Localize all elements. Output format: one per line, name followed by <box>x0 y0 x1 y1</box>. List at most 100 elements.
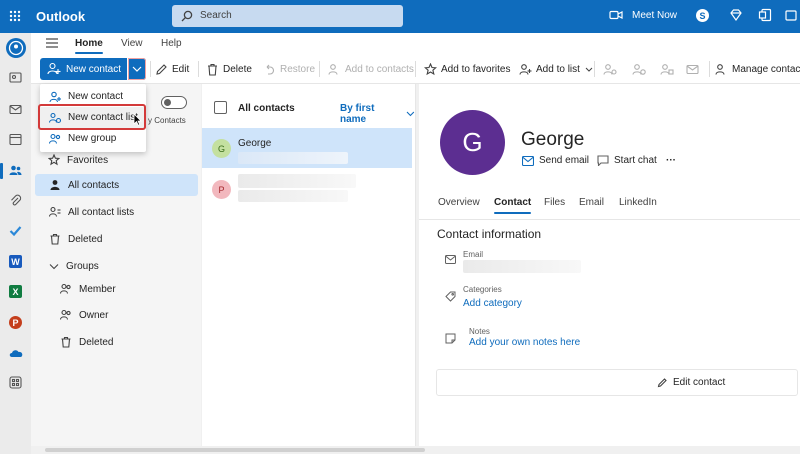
scrollbar-thumb[interactable] <box>45 448 425 452</box>
mouse-cursor-icon <box>133 113 142 126</box>
nav-group-deleted-label: Deleted <box>79 336 114 348</box>
add-notes-link[interactable]: Add your own notes here <box>469 337 580 348</box>
menu-item-new-group[interactable]: New group <box>40 128 146 149</box>
add-to-favorites-button[interactable]: Add to favorites <box>424 58 510 80</box>
nav-groups-header[interactable]: Groups <box>49 255 99 277</box>
word-icon[interactable] <box>758 8 772 24</box>
excel-app-icon[interactable]: X <box>0 281 31 303</box>
send-email-button[interactable]: Send email <box>522 155 589 166</box>
todo-icon[interactable] <box>0 220 31 242</box>
diamond-icon[interactable] <box>729 8 743 24</box>
word-app-icon[interactable]: W <box>0 251 31 273</box>
sort-dropdown[interactable]: By first name <box>340 103 415 125</box>
restore-label: Restore <box>280 63 316 75</box>
toggle-knob <box>164 99 171 106</box>
restore-button[interactable]: Restore <box>264 58 315 80</box>
new-contact-dropdown-button[interactable] <box>128 58 146 80</box>
start-chat-button[interactable]: Start chat <box>597 155 657 166</box>
new-contact-button[interactable]: New contact <box>40 58 127 80</box>
pencil-icon <box>657 378 667 388</box>
contact-email-icon[interactable] <box>686 58 704 80</box>
meet-now-button[interactable]: Meet Now <box>632 10 677 26</box>
tab-contact[interactable]: Contact <box>494 197 532 214</box>
search-icon <box>181 10 193 22</box>
edit-contact-label: Edit contact <box>673 377 726 388</box>
onedrive-icon[interactable] <box>0 342 31 364</box>
add-to-contacts-label: Add to contacts <box>345 63 414 75</box>
tab-files[interactable]: Files <box>544 197 565 208</box>
mail-icon[interactable] <box>0 99 31 121</box>
divider <box>419 219 800 220</box>
tab-help[interactable]: Help <box>161 38 182 49</box>
search-box[interactable]: Search <box>172 5 403 27</box>
video-icon[interactable] <box>609 8 623 24</box>
redacted-name <box>238 174 356 188</box>
tab-overview[interactable]: Overview <box>438 197 480 208</box>
tab-linkedin[interactable]: LinkedIn <box>619 197 657 208</box>
contact-title: George <box>521 129 585 150</box>
nav-group-member[interactable]: Member <box>60 278 116 300</box>
top-bar: Outlook Search Meet Now S <box>0 0 800 33</box>
share-contact-icon[interactable] <box>603 58 621 80</box>
note-icon <box>445 333 456 344</box>
manage-contacts-button[interactable]: Manage contacts <box>715 58 800 80</box>
account-avatar[interactable] <box>0 37 31 59</box>
nav-favorites[interactable]: Favorites <box>48 149 108 171</box>
tab-view[interactable]: View <box>121 38 143 49</box>
attachment-icon[interactable] <box>0 190 31 212</box>
nav-deleted[interactable]: Deleted <box>49 228 102 250</box>
teams-icon[interactable] <box>785 8 797 24</box>
manage-contacts-icon <box>715 63 725 75</box>
tab-home[interactable]: Home <box>75 38 103 54</box>
more-options-button[interactable]: ··· <box>666 155 676 166</box>
group-add-icon <box>49 133 61 144</box>
highlight-box <box>38 104 146 130</box>
contact-info-icon[interactable] <box>632 58 650 80</box>
divider <box>319 61 320 77</box>
edit-contact-button[interactable]: Edit contact <box>657 377 725 388</box>
redacted-email <box>463 260 581 273</box>
contact-row[interactable]: P <box>202 168 412 208</box>
edit-button[interactable]: Edit <box>155 58 189 80</box>
manage-contacts-label: Manage contacts <box>732 63 800 75</box>
nav-all-contacts[interactable]: All contacts <box>35 174 198 196</box>
my-contacts-toggle[interactable] <box>161 96 187 109</box>
calendar-icon[interactable] <box>0 129 31 151</box>
menu-icon[interactable] <box>46 38 58 48</box>
powerpoint-app-icon[interactable]: P <box>0 312 31 334</box>
add-to-contacts-button[interactable]: Add to contacts <box>328 58 414 80</box>
select-all-checkbox[interactable] <box>214 101 227 114</box>
tab-email[interactable]: Email <box>579 197 604 208</box>
delete-button[interactable]: Delete <box>206 58 252 80</box>
nav-group-deleted[interactable]: Deleted <box>60 331 113 353</box>
contact-row[interactable]: G George <box>202 128 412 168</box>
horizontal-scrollbar[interactable] <box>31 446 800 454</box>
contact-avatar: P <box>212 180 231 199</box>
people-icon <box>60 283 71 294</box>
more-apps-icon[interactable] <box>0 372 31 394</box>
people-icon[interactable] <box>0 160 31 182</box>
svg-text:P: P <box>12 318 18 328</box>
section-title: Contact information <box>437 227 542 241</box>
contacts-card-icon[interactable] <box>0 67 31 89</box>
ribbon-toolbar: New contact Edit Delete Restore Add to c… <box>31 55 800 84</box>
add-to-list-button[interactable]: Add to list <box>519 58 597 80</box>
divider <box>709 61 710 77</box>
contact-card-icon[interactable] <box>660 58 678 80</box>
undo-icon <box>266 64 275 75</box>
nav-all-contact-lists[interactable]: All contact lists <box>49 201 134 223</box>
menu-item-label: New contact <box>68 91 124 102</box>
add-category-link[interactable]: Add category <box>463 298 522 309</box>
add-to-list-label: Add to list <box>536 63 580 75</box>
contact-details-pane: G George Send email Start chat ··· Overv… <box>419 84 800 446</box>
start-chat-label: Start chat <box>614 155 657 166</box>
app-launcher-icon[interactable] <box>9 10 21 22</box>
person-add-icon <box>49 91 61 102</box>
chat-icon <box>597 155 609 166</box>
star-add-icon <box>424 62 437 75</box>
skype-icon[interactable]: S <box>695 8 710 24</box>
app-title[interactable]: Outlook <box>36 9 85 24</box>
search-placeholder[interactable]: Search <box>200 10 232 21</box>
nav-group-owner[interactable]: Owner <box>60 304 108 326</box>
ribbon-tabs: Home View Help <box>31 33 800 55</box>
